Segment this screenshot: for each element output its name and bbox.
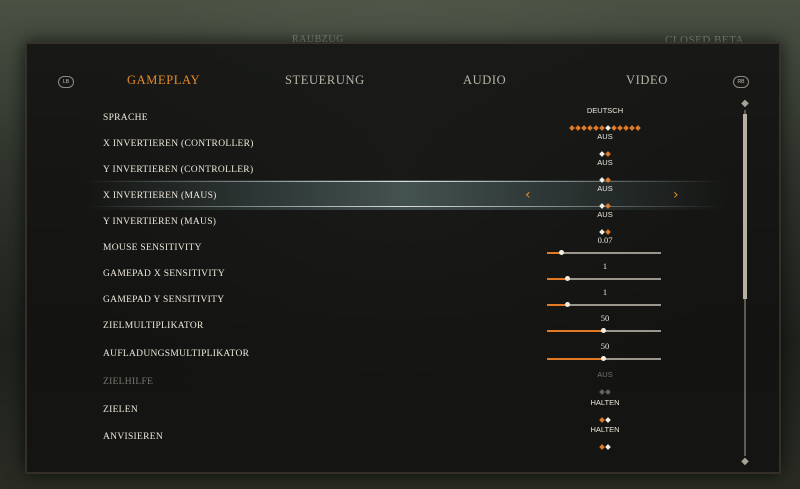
setting-label: Y INVERTIEREN (MAUS) <box>103 217 217 227</box>
option-dot-icon <box>611 125 617 131</box>
setting-row[interactable]: ANVISIEREN HALTEN <box>25 425 781 451</box>
option-dot-icon <box>599 177 605 183</box>
setting-label: GAMEPAD X SENSITIVITY <box>103 269 226 279</box>
setting-value[interactable]: HALTEN <box>545 398 665 407</box>
lb-bumper-icon[interactable]: LB <box>58 76 74 88</box>
setting-value[interactable]: AUS <box>545 184 665 193</box>
setting-label: MOUSE SENSITIVITY <box>103 243 202 253</box>
scroll-down-icon[interactable]: ◆ <box>739 456 751 468</box>
setting-label: ANVISIEREN <box>103 432 163 442</box>
option-dot-icon <box>605 444 611 450</box>
tab-steuerung[interactable]: STEUERUNG <box>285 73 365 88</box>
option-dot-icon <box>599 389 605 395</box>
option-dot-icon <box>587 125 593 131</box>
scrollbar-thumb[interactable] <box>743 114 747 299</box>
option-dot-icon <box>605 417 611 423</box>
slider-fill <box>547 330 604 332</box>
setting-value[interactable]: DEUTSCH <box>545 106 665 115</box>
option-indicator <box>545 409 665 423</box>
slider-value: 1 <box>602 261 608 271</box>
setting-label: Y INVERTIEREN (CONTROLLER) <box>103 165 254 175</box>
option-dot-icon <box>605 229 611 235</box>
setting-row[interactable]: X INVERTIEREN (CONTROLLER) AUS <box>25 132 781 158</box>
arrow-right-icon[interactable]: › <box>673 187 679 203</box>
setting-label: GAMEPAD Y SENSITIVITY <box>103 295 225 305</box>
arrow-left-icon[interactable]: ‹ <box>525 187 531 203</box>
setting-row[interactable]: AUFLADUNGSMULTIPLIKATOR 50 <box>25 341 781 368</box>
option-dot-icon <box>593 125 599 131</box>
slider-value: 0.07 <box>597 235 613 245</box>
slider-value: 50 <box>600 341 610 351</box>
option-dot-icon <box>599 125 605 131</box>
slider-knob[interactable] <box>601 356 606 361</box>
setting-row[interactable]: ZIELHILFE AUS <box>25 370 781 396</box>
option-dot-icon <box>605 389 611 395</box>
option-indicator <box>545 436 665 450</box>
option-dot-icon <box>605 125 611 131</box>
tab-audio[interactable]: AUDIO <box>463 73 506 88</box>
option-dot-icon <box>599 229 605 235</box>
slider-track[interactable] <box>547 328 661 333</box>
slider-knob[interactable] <box>564 302 570 307</box>
slider-track[interactable] <box>547 276 661 281</box>
slider-knob[interactable] <box>601 328 606 333</box>
option-dot-icon <box>629 125 635 131</box>
option-dot-icon <box>599 444 605 450</box>
option-dot-icon <box>605 203 611 209</box>
option-indicator <box>545 381 665 395</box>
setting-value[interactable]: AUS <box>545 158 665 167</box>
option-indicator <box>545 195 665 209</box>
slider-knob[interactable] <box>558 250 564 255</box>
tab-gameplay[interactable]: GAMEPLAY <box>127 73 200 88</box>
option-dot-icon <box>599 417 605 423</box>
tab-video[interactable]: VIDEO <box>626 73 668 88</box>
setting-row[interactable]: X INVERTIEREN (MAUS) AUS ‹ › <box>25 184 781 210</box>
slider-knob[interactable] <box>564 276 570 281</box>
setting-row[interactable]: GAMEPAD Y SENSITIVITY 1 <box>25 287 781 314</box>
settings-panel: LB GAMEPLAY STEUERUNG AUDIO VIDEO RB SPR… <box>25 42 781 474</box>
slider-value: 50 <box>600 313 610 323</box>
rb-bumper-icon[interactable]: RB <box>733 76 749 88</box>
option-dot-icon <box>605 151 611 157</box>
setting-row[interactable]: Y INVERTIEREN (MAUS) AUS <box>25 210 781 236</box>
slider-track[interactable] <box>547 302 661 307</box>
scroll-up-icon[interactable]: ◆ <box>739 98 751 110</box>
setting-label: AUFLADUNGSMULTIPLIKATOR <box>103 349 250 359</box>
option-dot-icon <box>635 125 641 131</box>
setting-label: X INVERTIEREN (MAUS) <box>103 191 217 201</box>
setting-value[interactable]: AUS <box>545 210 665 219</box>
slider-fill <box>547 358 604 360</box>
setting-value[interactable]: AUS <box>545 132 665 141</box>
setting-label: ZIELMULTIPLIKATOR <box>103 321 204 331</box>
slider-track[interactable] <box>547 356 661 361</box>
option-dot-icon <box>599 151 605 157</box>
setting-label: SPRACHE <box>103 113 148 123</box>
setting-label: ZIELEN <box>103 405 139 415</box>
option-dot-icon <box>575 125 581 131</box>
option-dot-icon <box>623 125 629 131</box>
option-indicator <box>545 221 665 235</box>
option-dot-icon <box>599 203 605 209</box>
scrollbar[interactable]: ◆ ◆ <box>741 98 749 467</box>
setting-row[interactable]: SPRACHE DEUTSCH <box>25 106 781 132</box>
setting-row[interactable]: MOUSE SENSITIVITY 0.07 <box>25 235 781 262</box>
setting-label: X INVERTIEREN (CONTROLLER) <box>103 139 254 149</box>
setting-value[interactable]: HALTEN <box>545 425 665 434</box>
setting-row[interactable]: ZIELEN HALTEN <box>25 398 781 424</box>
setting-label: ZIELHILFE <box>103 377 154 387</box>
option-indicator <box>545 117 665 131</box>
setting-row[interactable]: GAMEPAD X SENSITIVITY 1 <box>25 261 781 288</box>
option-dot-icon <box>581 125 587 131</box>
setting-value[interactable]: AUS <box>545 370 665 379</box>
setting-row[interactable]: ZIELMULTIPLIKATOR 50 <box>25 313 781 340</box>
option-dot-icon <box>605 177 611 183</box>
option-indicator <box>545 169 665 183</box>
option-dot-icon <box>617 125 623 131</box>
slider-track[interactable] <box>547 250 661 255</box>
option-dot-icon <box>569 125 575 131</box>
slider-value: 1 <box>602 287 608 297</box>
option-indicator <box>545 143 665 157</box>
setting-row[interactable]: Y INVERTIEREN (CONTROLLER) AUS <box>25 158 781 184</box>
